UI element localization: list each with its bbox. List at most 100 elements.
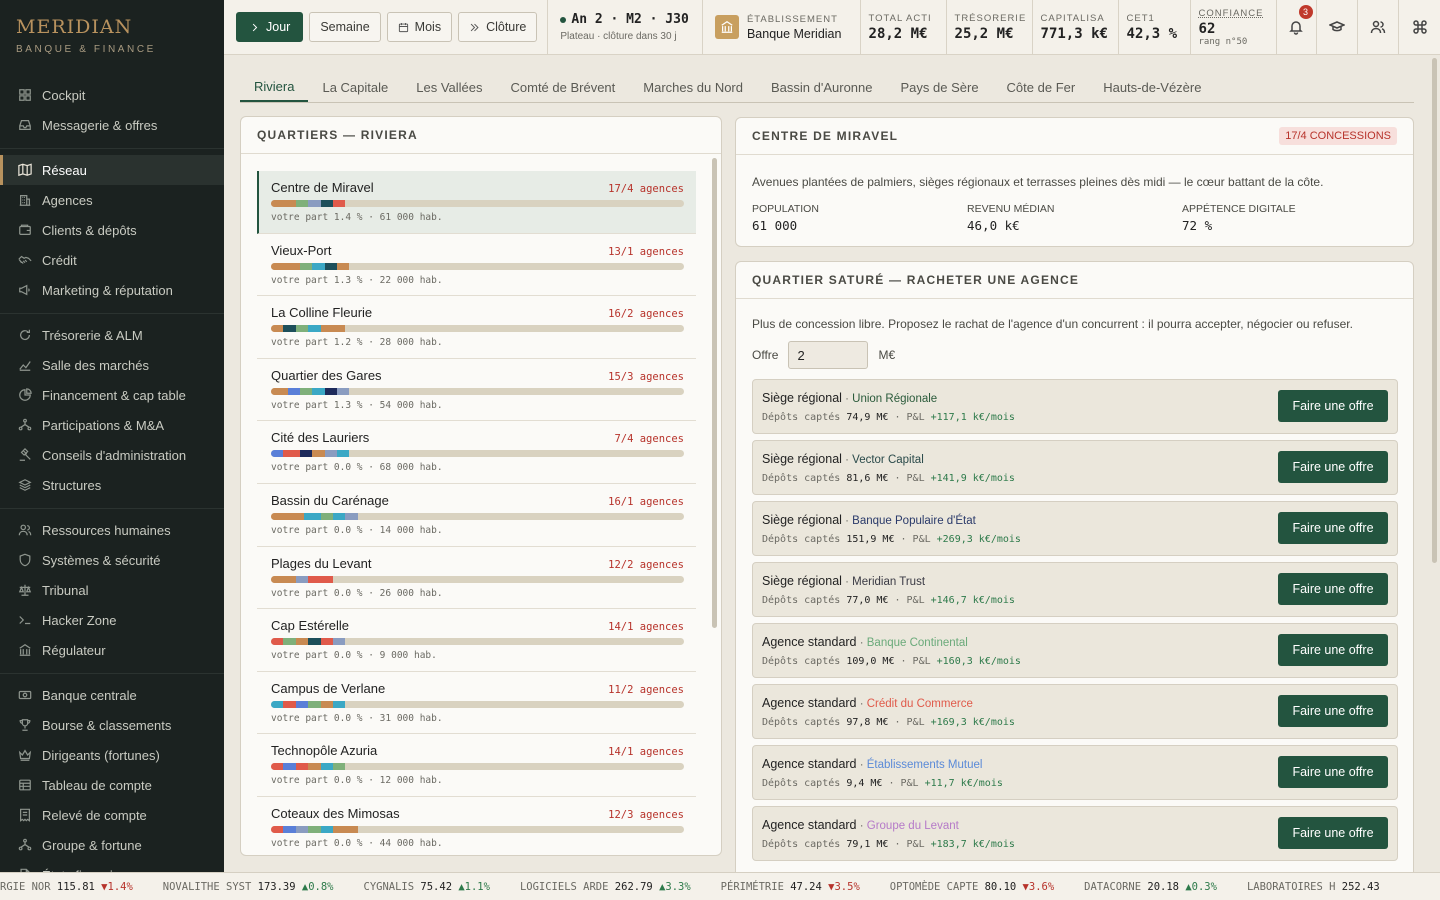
quartier-item[interactable]: Plages du Levant 12/2 agences votre part 0… [257,547,696,610]
tab-marches-du-nord[interactable]: Marches du Nord [629,72,757,102]
tab-pays-de-sere[interactable]: Pays de Sère [887,72,993,102]
kpi-confiance[interactable]: CONFIANCE 62 rang n°50 [1191,0,1277,54]
offer-amount-input[interactable] [788,341,869,369]
sidebar-item-tresorerie-alm[interactable]: Trésorerie & ALM [0,320,224,350]
tab-cote-de-fer[interactable]: Côte de Fer [993,72,1090,102]
sidebar-item-systemes-securite[interactable]: Systèmes & sécurité [0,545,224,575]
ticker-item: PÉRIMÉTRIE 47.24 ▼3.5% [721,881,860,893]
receipt-icon [18,808,32,822]
terminal-icon [18,613,32,627]
quartier-name: Cap Estérelle [271,618,350,634]
quartier-item[interactable]: Cité des Lauriers 7/4 agences votre part 0… [257,421,696,484]
button-label: Clôture [486,20,527,34]
make-offer-button[interactable]: Faire une offre [1278,512,1388,544]
players-button[interactable] [1358,0,1400,54]
sidebar-item-releve-de-compte[interactable]: Relevé de compte [0,800,224,830]
tab-riviera[interactable]: Riviera [240,72,309,102]
sidebar-item-tableau-de-compte[interactable]: Tableau de compte [0,770,224,800]
quartier-item[interactable]: Coteaux des Mimosas 12/3 agences votre par… [257,797,696,851]
quartier-item[interactable]: Vieux-Port 13/1 agences votre part 1.3 % ·… [257,234,696,297]
quartier-meta: votre part 0.0 % · 26 000 hab. [271,587,443,599]
market-share-segment [324,387,338,395]
quartier-item[interactable]: La Colline Fleurie 16/2 agences votre part… [257,296,696,359]
sidebar-item-clients-depots[interactable]: Clients & dépôts [0,215,224,245]
offer-label: Offre [752,348,779,362]
agency-card: Agence standard · Crédit du Commerce Dépô… [752,684,1398,739]
sidebar-item-ressources-humaines[interactable]: Ressources humaines [0,515,224,545]
kpi-tresorerie[interactable]: TRÉSORERIE 25,2 M€ [947,0,1033,54]
make-offer-button[interactable]: Faire une offre [1278,695,1388,727]
sidebar-item-cockpit[interactable]: Cockpit [0,80,224,110]
tab-la-capitale[interactable]: La Capitale [308,72,402,102]
sidebar-item-salle-des-marches[interactable]: Salle des marchés [0,350,224,380]
quartier-item[interactable]: Bassin du Carénage 16/1 agences votre part… [257,484,696,547]
sidebar-item-messagerie-offres[interactable]: Messagerie & offres [0,110,224,140]
academy-button[interactable] [1317,0,1359,54]
sidebar-item-regulateur[interactable]: Régulateur [0,635,224,665]
make-offer-button[interactable]: Faire une offre [1278,634,1388,666]
quartier-item[interactable]: Campus de Verlane 11/2 agences votre part … [257,672,696,735]
tab-comte-de-brevent[interactable]: Comté de Brévent [497,72,630,102]
quartier-item[interactable]: Centre de Miravel 17/4 agences votre part … [257,171,696,234]
make-offer-button[interactable]: Faire une offre [1278,756,1388,788]
sidebar-item-tribunal[interactable]: Tribunal [0,575,224,605]
agency-card: Siège régional · Union Régionale Dépôts c… [752,379,1398,434]
sidebar-item-bourse-classements[interactable]: Bourse & classements [0,710,224,740]
sidebar-item-reseau[interactable]: Réseau [0,155,224,185]
time-mois-button[interactable]: Mois [386,12,453,42]
quartier-meta: votre part 1.3 % · 22 000 hab. [271,274,443,286]
time-jour-button[interactable]: Jour [236,12,304,42]
kpi-capitalisa[interactable]: CAPITALISA 771,3 k€ [1033,0,1119,54]
make-offer-button[interactable]: Faire une offre [1278,390,1388,422]
pl-value: +117,1 k€/mois [930,412,1015,423]
make-offer-button[interactable]: Faire une offre [1278,573,1388,605]
sidebar-item-participations-m-a[interactable]: Participations & M&A [0,410,224,440]
market-share-segment [295,325,309,333]
sidebar-item-dirigeants-fortunes[interactable]: Dirigeants (fortunes) [0,740,224,770]
market-share-segment [295,575,309,583]
market-share-segment [295,638,309,646]
quartiers-scrollbar[interactable] [712,158,717,628]
page-scrollbar[interactable] [1432,58,1437,563]
etablissement-value: Banque Meridian [746,26,842,41]
quartier-agences: 16/2 agences [608,308,684,321]
sidebar-item-banque-centrale[interactable]: Banque centrale [0,680,224,710]
sidebar: MERIDIAN BANQUE & FINANCE Cockpit Message… [0,0,224,872]
quartier-item[interactable]: Technopôle Azuria 14/1 agences votre part … [257,734,696,797]
tab-bassin-d-auronne[interactable]: Bassin d'Auronne [757,72,887,102]
sidebar-item-structures[interactable]: Structures [0,470,224,500]
kpi-total-acti[interactable]: TOTAL ACTI 28,2 M€ [861,0,947,54]
etablissement-selector[interactable]: ÉTABLISSEMENT Banque Meridian [703,0,861,54]
sidebar-item-etats-financiers[interactable]: États financiers [0,860,224,872]
sidebar-item-agences[interactable]: Agences [0,185,224,215]
make-offer-button[interactable]: Faire une offre [1278,451,1388,483]
tab-hauts-de-vezere[interactable]: Hauts-de-Vézère [1089,72,1215,102]
agency-type: Agence standard [762,818,857,832]
notifications-button[interactable]: 3 [1277,0,1318,54]
sidebar-item-marketing-reputation[interactable]: Marketing & réputation [0,275,224,305]
make-offer-button[interactable]: Faire une offre [1278,817,1388,849]
market-share-segment [337,262,350,270]
kpi-sub: rang n°50 [1198,36,1248,47]
market-share-bar [271,638,684,646]
quartier-item[interactable]: Quartier des Gares 15/3 agences votre part… [257,359,696,422]
quartier-name: Technopôle Azuria [271,743,378,759]
command-button[interactable] [1399,0,1440,54]
quartier-item[interactable]: Cap Estérelle 14/1 agences votre part 0.0 … [257,609,696,672]
sidebar-item-conseils-d-administration[interactable]: Conseils d'administration [0,440,224,470]
tab-les-vallees[interactable]: Les Vallées [402,72,496,102]
offer-unit: M€ [878,348,896,362]
sidebar-item-hacker-zone[interactable]: Hacker Zone [0,605,224,635]
sidebar-item-label: Financement & cap table [42,387,186,403]
sidebar-item-credit[interactable]: Crédit [0,245,224,275]
bank-icon [18,643,32,657]
ticker-price: 262.79 [614,880,653,893]
sidebar-item-groupe-fortune[interactable]: Groupe & fortune [0,830,224,860]
time-cloture-button[interactable]: Clôture [458,12,538,42]
kpi-cet1[interactable]: CET1 42,3 % [1119,0,1191,54]
time-semaine-button[interactable]: Semaine [309,12,381,42]
agency-type: Siège régional [762,574,842,588]
market-share-segment [320,825,333,833]
sidebar-item-financement-cap-table[interactable]: Financement & cap table [0,380,224,410]
deposits-label: Dépôts captés [762,717,841,728]
